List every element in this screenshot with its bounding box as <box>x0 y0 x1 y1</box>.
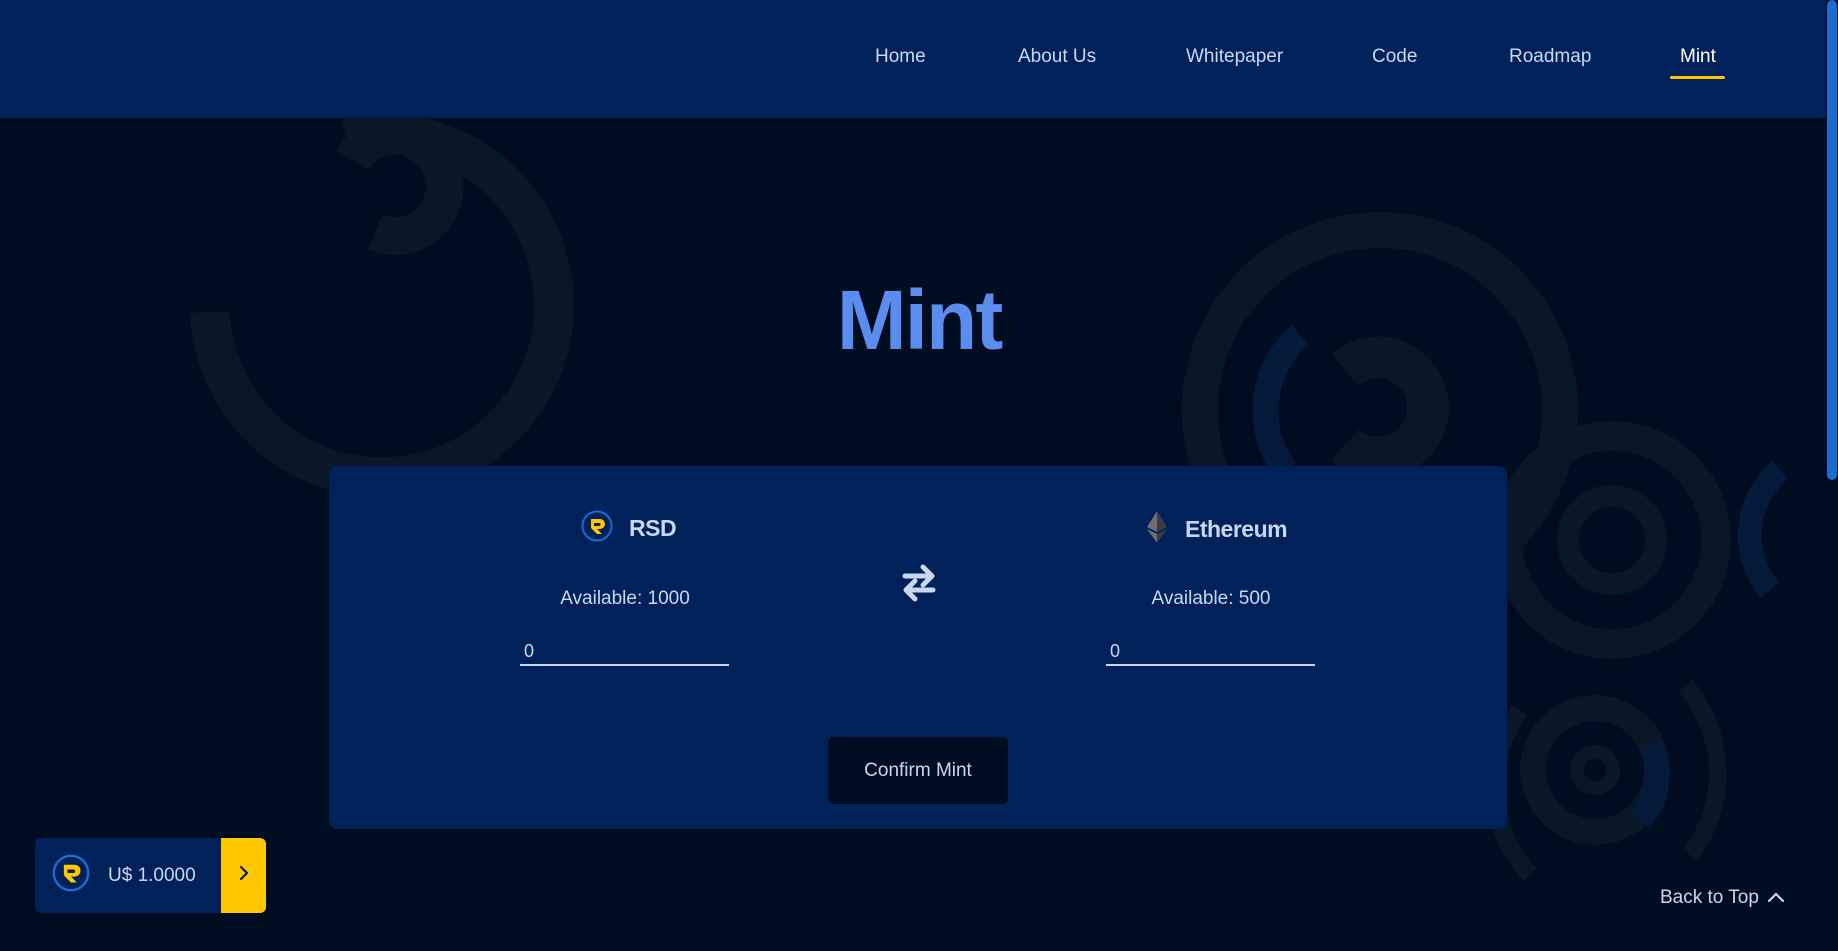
price-widget-body: U$ 1.0000 <box>35 838 221 913</box>
nav-whitepaper-link[interactable]: Whitepaper <box>1186 46 1283 68</box>
price-value: U$ 1.0000 <box>108 864 196 886</box>
from-token-header: RSD <box>581 510 677 547</box>
from-amount-input[interactable] <box>520 638 729 666</box>
chevron-up-icon <box>1767 887 1785 909</box>
price-widget: U$ 1.0000 <box>35 838 266 913</box>
to-token-name: Ethereum <box>1185 516 1288 542</box>
ethereum-icon <box>1145 510 1169 549</box>
to-token-header: Ethereum <box>1145 510 1288 549</box>
active-nav-indicator <box>1670 76 1725 79</box>
price-widget-expand-button[interactable] <box>221 838 266 913</box>
nav-code-link[interactable]: Code <box>1372 46 1417 68</box>
to-amount-input[interactable] <box>1106 638 1315 666</box>
back-to-top-label: Back to Top <box>1660 887 1759 908</box>
rsd-coin-icon <box>52 854 90 897</box>
page-title: Mint <box>836 273 1004 367</box>
from-token-name: RSD <box>629 515 677 541</box>
chevron-right-icon <box>237 864 251 887</box>
top-navbar: Home About Us Whitepaper Code Roadmap Mi… <box>0 0 1826 118</box>
nav-roadmap-link[interactable]: Roadmap <box>1509 46 1591 68</box>
rsd-coin-icon <box>581 510 613 547</box>
confirm-mint-button[interactable]: Confirm Mint <box>828 737 1008 804</box>
page-scrollbar-track[interactable] <box>1826 0 1838 951</box>
mint-card: RSD Available: 1000 Ethereum Available: … <box>329 466 1507 829</box>
swap-arrows-icon[interactable] <box>899 561 939 605</box>
nav-mint-link[interactable]: Mint <box>1680 46 1716 68</box>
page-scrollbar-thumb[interactable] <box>1827 0 1837 480</box>
nav-home-link[interactable]: Home <box>875 46 926 68</box>
nav-about-us-link[interactable]: About Us <box>1018 46 1096 68</box>
back-to-top-link[interactable]: Back to Top <box>1660 887 1785 909</box>
to-available-balance: Available: 500 <box>1151 588 1271 609</box>
from-available-balance: Available: 1000 <box>560 588 690 609</box>
